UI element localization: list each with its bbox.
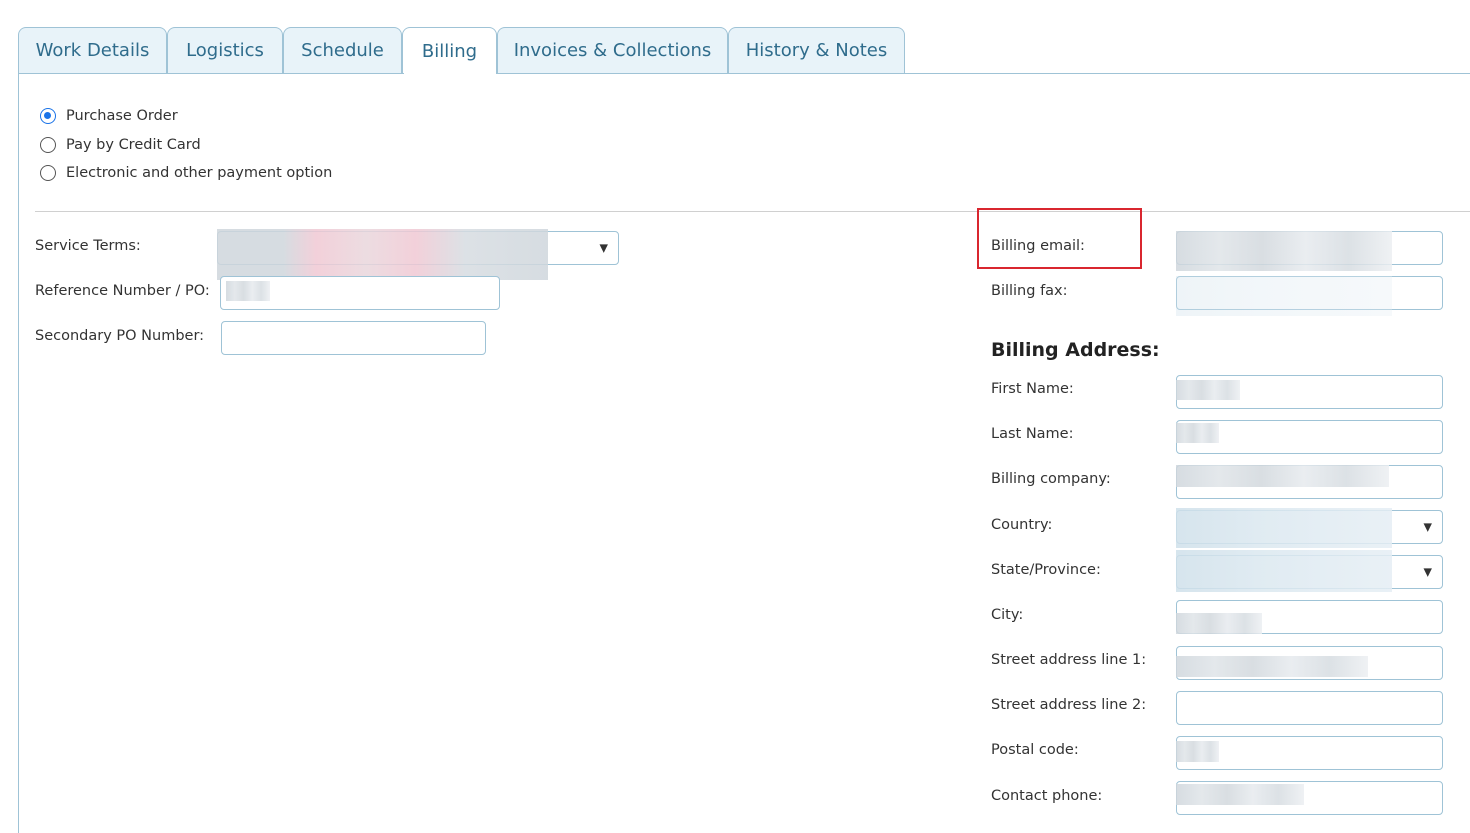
street-address-line-2-label: Street address line 2: [991, 697, 1147, 713]
secondary-po-label: Secondary PO Number: [35, 328, 205, 344]
tab-divider [497, 73, 1470, 74]
section-divider [35, 211, 1470, 212]
tab-billing[interactable]: Billing [402, 27, 497, 74]
tab-schedule[interactable]: Schedule [283, 27, 402, 73]
state-province-label: State/Province: [991, 562, 1101, 578]
redacted-value [1176, 613, 1262, 634]
panel-border [18, 73, 19, 833]
redacted-value [217, 229, 548, 280]
tab-work-details[interactable]: Work Details [18, 27, 167, 73]
redacted-value [1176, 380, 1240, 400]
billing-fax-label: Billing fax: [991, 283, 1068, 299]
tab-label: History & Notes [745, 40, 888, 61]
radio-button[interactable] [40, 137, 56, 153]
radio-button[interactable] [40, 108, 56, 124]
tab-label: Work Details [35, 40, 150, 61]
radio-button[interactable] [40, 165, 56, 181]
redacted-value [1176, 741, 1219, 762]
redacted-value [1176, 276, 1392, 316]
reference-number-label: Reference Number / PO: [35, 283, 210, 299]
tab-label: Logistics [186, 40, 264, 61]
redacted-value [1176, 508, 1392, 548]
payment-option-label: Electronic and other payment option [66, 165, 333, 181]
tab-invoices-collections[interactable]: Invoices & Collections [497, 27, 728, 73]
street-address-line-1-label: Street address line 1: [991, 652, 1147, 668]
tab-logistics[interactable]: Logistics [167, 27, 283, 73]
last-name-label: Last Name: [991, 426, 1074, 442]
service-terms-label: Service Terms: [35, 238, 141, 254]
tab-label: Invoices & Collections [513, 40, 712, 61]
chevron-down-icon: ▼ [1423, 565, 1432, 579]
redacted-value [1176, 784, 1304, 805]
payment-option-electronic[interactable]: Electronic and other payment option [40, 165, 332, 181]
billing-email-label: Billing email: [991, 238, 1085, 254]
redacted-value [1176, 656, 1368, 677]
redacted-value [1176, 231, 1392, 271]
first-name-label: First Name: [991, 381, 1074, 397]
chevron-down-icon: ▼ [599, 241, 608, 255]
tab-divider [18, 73, 404, 74]
tab-history-notes[interactable]: History & Notes [728, 27, 905, 73]
input-fill [272, 281, 482, 301]
tab-label: Schedule [301, 40, 384, 61]
payment-option-credit-card[interactable]: Pay by Credit Card [40, 137, 201, 153]
tab-label: Billing [421, 40, 478, 62]
city-label: City: [991, 607, 1024, 623]
redacted-value [1176, 550, 1392, 592]
redacted-value [1176, 465, 1389, 487]
billing-address-title: Billing Address: [991, 339, 1160, 361]
payment-option-label: Purchase Order [66, 108, 178, 124]
payment-option-label: Pay by Credit Card [66, 137, 201, 153]
billing-company-label: Billing company: [991, 471, 1111, 487]
redacted-value [226, 281, 270, 301]
contact-phone-label: Contact phone: [991, 788, 1103, 804]
payment-option-purchase-order[interactable]: Purchase Order [40, 108, 178, 124]
street-address-line-2-input[interactable] [1176, 691, 1443, 725]
secondary-po-input[interactable] [221, 321, 486, 355]
chevron-down-icon: ▼ [1423, 520, 1432, 534]
redacted-value [1176, 423, 1219, 443]
country-label: Country: [991, 517, 1053, 533]
postal-code-label: Postal code: [991, 742, 1079, 758]
